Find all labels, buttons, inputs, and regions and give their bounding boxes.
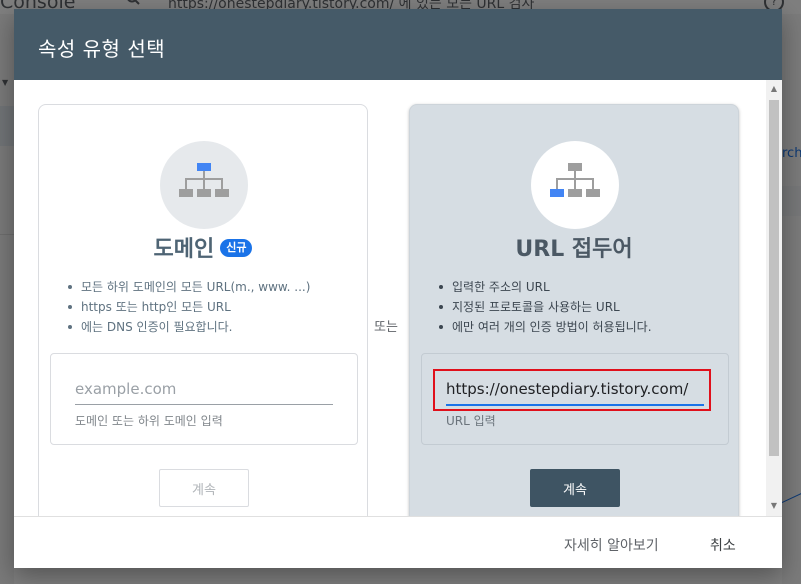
- url-prefix-icon-circle: [531, 141, 619, 229]
- url-input[interactable]: [446, 374, 704, 406]
- domain-continue-button[interactable]: 계속: [159, 469, 249, 507]
- domain-title-text: 도메인: [153, 237, 215, 262]
- url-input-box: URL 입력: [421, 353, 729, 445]
- url-input-helper: URL 입력: [446, 414, 496, 428]
- learn-more-button[interactable]: 자세히 알아보기: [558, 531, 665, 559]
- dialog-body: 도메인 신규 모든 하위 도메인의 모든 URL(m., www. ...) ht…: [14, 80, 782, 516]
- url-prefix-bullets: 입력한 주소의 URL 지정된 프로토콜을 사용하는 URL 에만 여러 개의 …: [438, 277, 652, 337]
- domain-input-helper: 도메인 또는 하위 도메인 입력: [75, 414, 223, 428]
- url-prefix-continue-button[interactable]: 계속: [530, 469, 620, 507]
- dialog-footer: 자세히 알아보기 취소: [14, 516, 782, 568]
- scrollbar[interactable]: ▲ ▼: [766, 80, 782, 516]
- property-type-dialog: 속성 유형 선택 도메인 신규 모든 하위 도메인의 모든 URL(m., ww…: [14, 9, 782, 568]
- dialog-header: 속성 유형 선택: [14, 9, 782, 80]
- dialog-title: 속성 유형 선택: [38, 37, 166, 61]
- domain-input[interactable]: [75, 374, 333, 405]
- url-prefix-title: URL 접두어: [515, 237, 633, 262]
- domain-title: 도메인 신규: [39, 231, 367, 263]
- scroll-thumb[interactable]: [769, 100, 779, 456]
- cancel-button[interactable]: 취소: [704, 531, 742, 559]
- or-label: 또는: [374, 320, 398, 335]
- scroll-down-icon[interactable]: ▼: [766, 501, 782, 510]
- domain-input-box: 도메인 또는 하위 도메인 입력: [50, 353, 358, 445]
- url-prefix-card[interactable]: URL 접두어 입력한 주소의 URL 지정된 프로토콜을 사용하는 URL 에…: [409, 104, 739, 516]
- domain-bullets: 모든 하위 도메인의 모든 URL(m., www. ...) https 또는…: [67, 277, 310, 337]
- scroll-up-icon[interactable]: ▲: [766, 84, 782, 93]
- list-item: 입력한 주소의 URL: [439, 277, 652, 297]
- list-item: 에는 DNS 인증이 필요합니다.: [67, 317, 310, 337]
- list-item: 에만 여러 개의 인증 방법이 허용됩니다.: [439, 317, 652, 337]
- list-item: 지정된 프로토콜을 사용하는 URL: [439, 297, 652, 317]
- domain-icon-circle: [160, 141, 248, 229]
- new-badge: 신규: [220, 239, 253, 257]
- list-item: 모든 하위 도메인의 모든 URL(m., www. ...): [67, 277, 310, 297]
- sitemap-icon: [550, 163, 600, 197]
- domain-card[interactable]: 도메인 신규 모든 하위 도메인의 모든 URL(m., www. ...) ht…: [38, 104, 368, 516]
- sitemap-icon: [179, 163, 229, 197]
- list-item: https 또는 http인 모든 URL: [67, 297, 310, 317]
